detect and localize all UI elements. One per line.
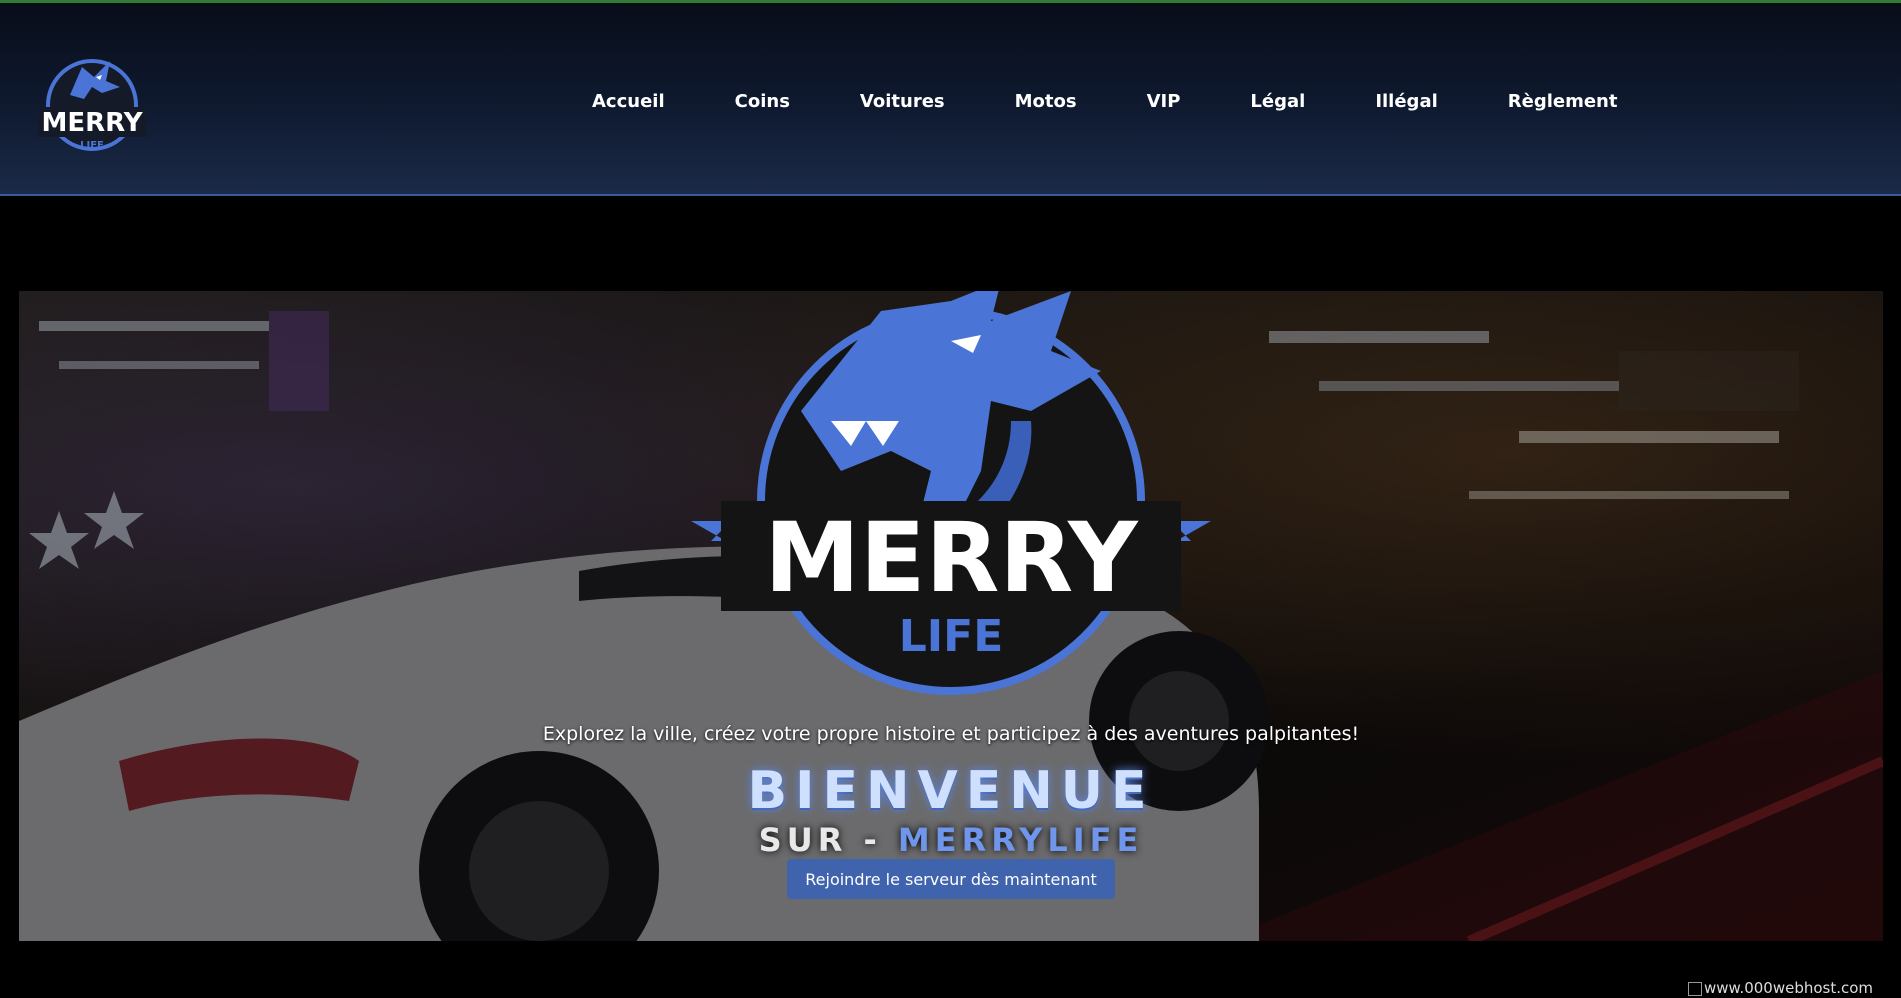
hero-subtitle-brand: MERRYLIFE: [897, 821, 1144, 859]
join-server-button[interactable]: Rejoindre le serveur dès maintenant: [787, 859, 1115, 899]
nav-motos[interactable]: Motos: [1015, 87, 1077, 117]
hero-logo-sub: LIFE: [899, 611, 1004, 662]
hosting-badge-alt: www.000webhost.com: [1704, 981, 1874, 997]
broken-image-icon: [1688, 981, 1702, 996]
logo-sub: LIFE: [80, 140, 104, 151]
nav-accueil[interactable]: Accueil: [592, 87, 665, 117]
hero-subtitle: SUR - MERRYLIFE: [19, 821, 1883, 859]
main-nav: Accueil Coins Voitures Motos VIP Légal I…: [592, 87, 1617, 117]
nav-reglement[interactable]: Règlement: [1508, 87, 1618, 117]
hero-dragon-logo: MERRY LIFE: [691, 291, 1211, 695]
hero-banner: MERRY LIFE Explorez la ville, créez votr…: [19, 291, 1883, 941]
nav-legal[interactable]: Légal: [1250, 87, 1305, 117]
nav-illegal[interactable]: Illégal: [1375, 87, 1437, 117]
nav-voitures[interactable]: Voitures: [860, 87, 945, 117]
hero-subtitle-prefix: SUR -: [758, 821, 898, 859]
site-logo[interactable]: MERRY LIFE: [32, 47, 152, 157]
hero-logo-word: MERRY: [764, 502, 1139, 614]
hero-tagline: Explorez la ville, créez votre propre hi…: [542, 723, 1360, 745]
hero-title: BIENVENUE: [747, 761, 1155, 821]
nav-vip[interactable]: VIP: [1147, 87, 1181, 117]
hosting-badge[interactable]: www.000webhost.com: [1688, 981, 1888, 998]
site-header: MERRY LIFE Accueil Coins Voitures Motos …: [0, 3, 1901, 196]
nav-coins[interactable]: Coins: [735, 87, 790, 117]
logo-word: MERRY: [41, 108, 143, 138]
